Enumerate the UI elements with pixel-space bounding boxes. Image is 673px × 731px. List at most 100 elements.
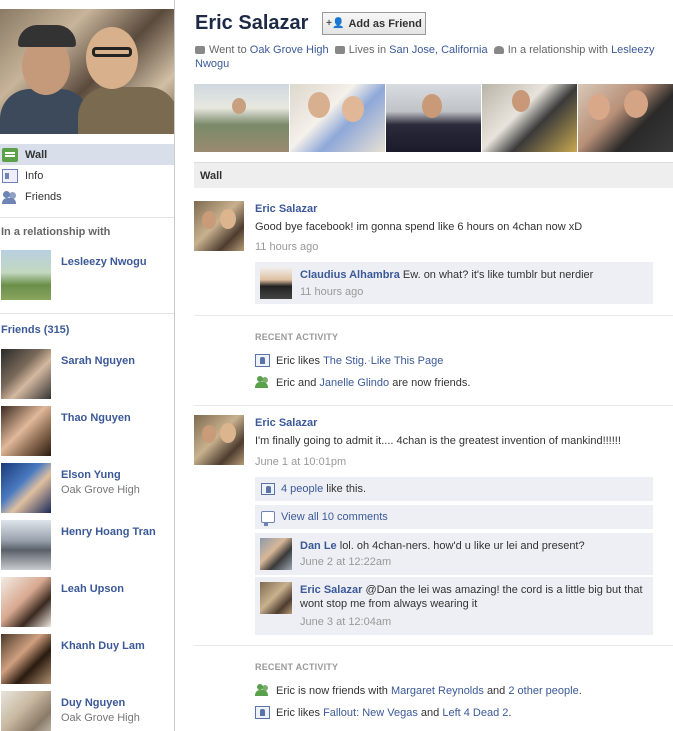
friends-heading[interactable]: Friends (315) xyxy=(1,324,69,336)
comment-text: Ew. on what? it's like tumblr but nerdie… xyxy=(402,269,594,281)
tagged-photo[interactable] xyxy=(386,84,481,152)
other-people-link[interactable]: 2 other people xyxy=(508,685,578,697)
friend-photo[interactable] xyxy=(1,691,51,731)
comment-avatar[interactable] xyxy=(260,267,292,299)
info-icon xyxy=(2,168,18,183)
post-time[interactable]: June 1 at 10:01pm xyxy=(255,456,346,468)
friend-link[interactable]: Janelle Glindo xyxy=(319,377,389,389)
post-text: Good bye facebook! im gonna spend like 6… xyxy=(255,221,583,233)
comment-avatar[interactable] xyxy=(260,582,292,614)
like-icon xyxy=(255,706,270,719)
partner-photo[interactable] xyxy=(1,250,51,300)
nav-item-wall[interactable]: Wall xyxy=(0,144,174,165)
friend-item[interactable]: Elson Yung Oak Grove High xyxy=(1,463,173,515)
post-author-avatar[interactable] xyxy=(194,415,244,465)
profile-bio: Went to Oak Grove High Lives in San Jose… xyxy=(195,44,655,70)
friend-link[interactable]: Margaret Reynolds xyxy=(391,685,484,697)
friend-network: Oak Grove High xyxy=(61,484,140,496)
friend-photo[interactable] xyxy=(1,520,51,570)
comment-author[interactable]: Dan Le xyxy=(300,540,337,552)
nav-label: Info xyxy=(25,169,44,182)
nav-item-friends[interactable]: Friends xyxy=(0,186,174,207)
comment: Dan Le lol. oh 4chan-ners. how'd u like … xyxy=(255,533,653,575)
add-friend-button[interactable]: +👤 Add as Friend xyxy=(322,12,426,35)
post-author[interactable]: Eric Salazar xyxy=(255,417,317,429)
like-icon xyxy=(255,354,270,367)
home-icon xyxy=(334,46,345,55)
friend-name[interactable]: Khanh Duy Lam xyxy=(61,640,145,652)
friendship-icon xyxy=(255,684,270,697)
tagged-photo[interactable] xyxy=(482,84,577,152)
comment-avatar[interactable] xyxy=(260,538,292,570)
friend-name[interactable]: Thao Nguyen xyxy=(61,412,131,424)
friend-name[interactable]: Leah Upson xyxy=(61,583,124,595)
likes-link[interactable]: 4 people xyxy=(281,483,323,495)
partner-name[interactable]: Lesleezy Nwogu xyxy=(61,256,147,268)
left-sidebar: Wall Info Friends In a relationship with… xyxy=(0,0,175,731)
school-link[interactable]: Oak Grove High xyxy=(250,44,329,56)
comment-text: lol. oh 4chan-ners. how'd u like ur lei … xyxy=(339,540,585,552)
relationship-heading: In a relationship with xyxy=(1,226,111,238)
activity-item: Eric is now friends with Margaret Reynol… xyxy=(255,684,582,697)
comment: Claudius Alhambra Ew. on what? it's like… xyxy=(255,262,653,304)
post-text: I'm finally going to admit it.... 4chan … xyxy=(255,435,621,447)
friendship-icon xyxy=(255,376,270,389)
profile-name: Eric Salazar xyxy=(195,12,309,34)
nav-label: Wall xyxy=(25,148,48,161)
friend-item[interactable]: Khanh Duy Lam xyxy=(1,634,173,686)
activity-item: Eric likes The Stig. · Like This Page xyxy=(255,354,443,367)
profile-nav: Wall Info Friends xyxy=(0,144,174,207)
photo-strip xyxy=(194,84,673,152)
divider xyxy=(0,217,174,218)
like-page-link[interactable]: Like This Page xyxy=(371,355,444,367)
divider xyxy=(194,645,673,646)
heart-icon xyxy=(493,46,504,55)
add-friend-label: Add as Friend xyxy=(348,17,422,30)
friend-item[interactable]: Thao Nguyen xyxy=(1,406,173,458)
comment-author[interactable]: Claudius Alhambra xyxy=(300,269,400,281)
wall-icon xyxy=(2,147,18,162)
likes-bar: 4 people like this. xyxy=(255,477,653,501)
city-link[interactable]: San Jose, California xyxy=(389,44,487,56)
wall-header: Wall xyxy=(194,162,673,188)
post-author-avatar[interactable] xyxy=(194,201,244,251)
comment-time[interactable]: June 3 at 12:04am xyxy=(300,616,391,628)
relationship-partner[interactable]: Lesleezy Nwogu xyxy=(1,250,173,302)
friend-item[interactable]: Henry Hoang Tran xyxy=(1,520,173,572)
friend-name[interactable]: Elson Yung xyxy=(61,469,121,481)
profile-picture[interactable] xyxy=(0,9,174,134)
friend-item[interactable]: Sarah Nguyen xyxy=(1,349,173,401)
comment-author[interactable]: Eric Salazar xyxy=(300,584,362,596)
view-comments-bar[interactable]: View all 10 comments xyxy=(255,505,653,529)
nav-label: Friends xyxy=(25,190,62,203)
nav-item-info[interactable]: Info xyxy=(0,165,174,186)
activity-item: Eric and Janelle Glindo are now friends. xyxy=(255,376,470,389)
friend-photo[interactable] xyxy=(1,634,51,684)
friend-photo[interactable] xyxy=(1,349,51,399)
friend-name[interactable]: Henry Hoang Tran xyxy=(61,526,156,538)
friend-name[interactable]: Sarah Nguyen xyxy=(61,355,135,367)
page-link[interactable]: Left 4 Dead 2 xyxy=(442,707,508,719)
recent-activity-heading: RECENT ACTIVITY xyxy=(255,332,339,342)
post-time[interactable]: 11 hours ago xyxy=(255,241,318,253)
tagged-photo[interactable] xyxy=(194,84,289,152)
friend-photo[interactable] xyxy=(1,406,51,456)
tagged-photo[interactable] xyxy=(578,84,673,152)
friend-item[interactable]: Leah Upson xyxy=(1,577,173,629)
page-link[interactable]: The Stig. xyxy=(323,355,367,367)
tagged-photo[interactable] xyxy=(290,84,385,152)
divider xyxy=(194,315,673,316)
post-author[interactable]: Eric Salazar xyxy=(255,203,317,215)
friend-photo[interactable] xyxy=(1,577,51,627)
activity-item: Eric likes Fallout: New Vegas and Left 4… xyxy=(255,706,511,719)
friend-photo[interactable] xyxy=(1,463,51,513)
comment-time[interactable]: June 2 at 12:22am xyxy=(300,556,391,568)
comment: Eric Salazar @Dan the lei was amazing! t… xyxy=(255,577,653,635)
view-all-comments-link[interactable]: View all 10 comments xyxy=(281,511,388,523)
comment-time[interactable]: 11 hours ago xyxy=(300,286,363,298)
friend-item[interactable]: Duy Nguyen Oak Grove High xyxy=(1,691,173,731)
page-link[interactable]: Fallout: New Vegas xyxy=(323,707,418,719)
friend-name[interactable]: Duy Nguyen xyxy=(61,697,125,709)
friends-icon xyxy=(2,190,18,204)
recent-activity-heading: RECENT ACTIVITY xyxy=(255,662,339,672)
